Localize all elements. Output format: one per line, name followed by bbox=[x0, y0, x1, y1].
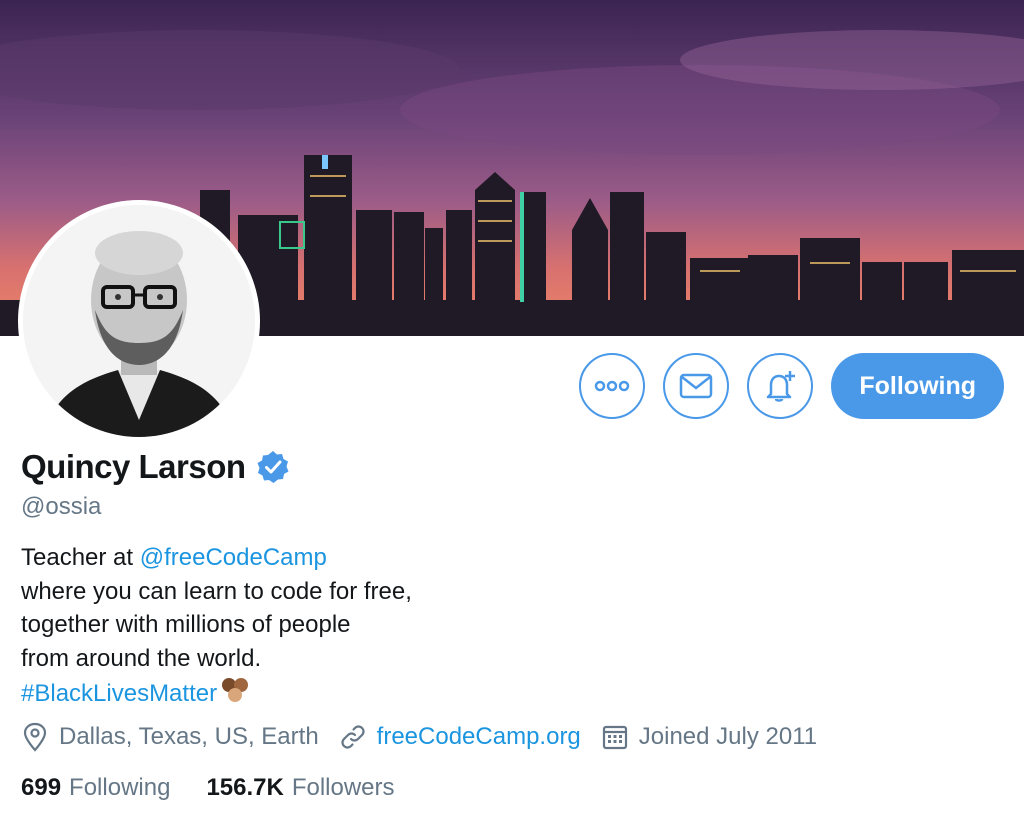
profile-bio: Teacher at @freeCodeCamp where you can l… bbox=[21, 541, 521, 711]
bio-line-1: Teacher at @freeCodeCamp bbox=[21, 541, 521, 575]
website-link[interactable]: freeCodeCamp.org bbox=[377, 723, 581, 751]
joined-item: Joined July 2011 bbox=[601, 723, 817, 751]
profile-name: Quincy Larson bbox=[21, 448, 246, 485]
bell-plus-icon bbox=[767, 371, 796, 402]
more-button[interactable] bbox=[579, 353, 646, 419]
bio-text: Teacher at bbox=[21, 544, 140, 571]
message-button[interactable] bbox=[663, 353, 730, 419]
bio-line-2: where you can learn to code for free, bbox=[21, 577, 412, 605]
profile-avatar[interactable] bbox=[18, 200, 260, 442]
website-item: freeCodeCamp.org bbox=[339, 723, 581, 751]
freecodecamp-mention-link[interactable]: @freeCodeCamp bbox=[140, 544, 327, 571]
profile-actions: Following bbox=[579, 353, 1004, 419]
hashtag-link[interactable]: #BlackLivesMatter bbox=[21, 680, 217, 707]
location-item: Dallas, Texas, US, Earth bbox=[21, 722, 319, 752]
location-pin-icon bbox=[23, 722, 47, 752]
followers-count: 156.7K bbox=[206, 774, 284, 801]
followers-label: Followers bbox=[291, 774, 395, 801]
raised-fists-emoji-icon bbox=[222, 678, 249, 702]
location-text: Dallas, Texas, US, Earth bbox=[59, 723, 319, 750]
more-icon bbox=[595, 380, 630, 392]
following-count: 699 bbox=[21, 774, 62, 801]
link-icon bbox=[341, 725, 365, 749]
calendar-icon bbox=[602, 725, 627, 750]
bio-line-4: from around the world. bbox=[21, 644, 262, 672]
profile-handle: @ossia bbox=[21, 493, 102, 520]
bio-line-3: together with millions of people bbox=[21, 611, 351, 638]
profile-stats: 699 Following 156.7K Followers bbox=[21, 774, 431, 802]
joined-text: Joined July 2011 bbox=[638, 723, 818, 750]
avatar-photo bbox=[23, 205, 255, 437]
following-label: Following bbox=[69, 774, 171, 801]
notifications-button[interactable] bbox=[747, 353, 814, 419]
verified-badge-icon bbox=[257, 451, 289, 483]
bio-line-5: #BlackLivesMatter bbox=[21, 675, 521, 711]
profile-meta: Dallas, Texas, US, Earth freeCodeCamp.or… bbox=[21, 722, 837, 752]
following-stat-link[interactable]: 699 Following bbox=[21, 774, 170, 802]
followers-stat-link[interactable]: 156.7K Followers bbox=[206, 774, 394, 802]
profile-name-row: Quincy Larson bbox=[21, 448, 290, 486]
following-button[interactable]: Following bbox=[831, 353, 1004, 419]
mail-icon bbox=[680, 373, 713, 399]
